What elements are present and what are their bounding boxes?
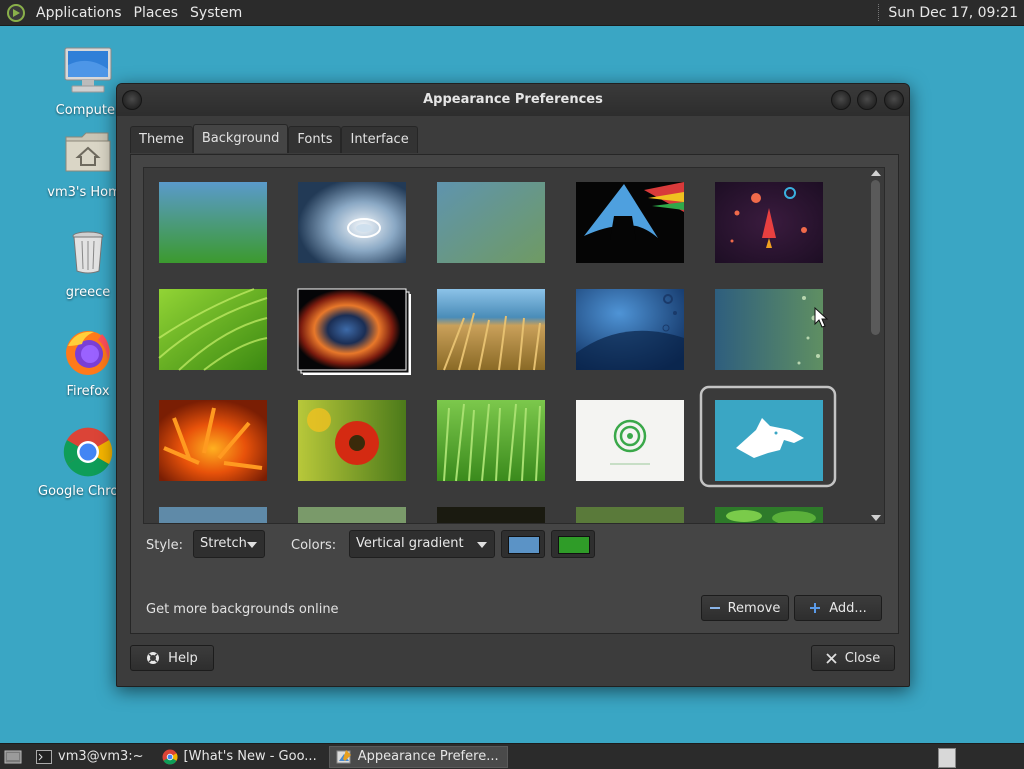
wallpaper-thumb-red-flower[interactable] (298, 400, 406, 481)
wallpaper-thumb-teal-bokeh[interactable] (715, 289, 823, 370)
tab-bar: Theme Background Fonts Interface (130, 124, 418, 154)
menu-places[interactable]: Places (128, 5, 185, 21)
gallery-scrollbar[interactable] (868, 168, 884, 523)
scroll-down-arrow-icon[interactable] (871, 515, 881, 521)
wallpaper-thumb-green-leaves[interactable] (715, 507, 823, 523)
help-lifebuoy-icon (147, 652, 160, 664)
wallpaper-thumb-water-droplet[interactable] (298, 182, 406, 263)
secondary-color-button[interactable] (551, 530, 595, 558)
plus-icon (810, 603, 821, 613)
remove-button-label: Remove (727, 600, 781, 616)
colors-dropdown-value: Vertical gradient (356, 536, 464, 551)
style-dropdown-value: Stretch (200, 536, 247, 551)
background-tab-panel: Style: Stretch Colors: Vertical gradient… (130, 154, 899, 634)
clock[interactable]: Sun Dec 17, 09:21 (878, 0, 1024, 25)
style-label: Style: (146, 538, 184, 553)
tab-background[interactable]: Background (192, 124, 289, 153)
colors-dropdown[interactable]: Vertical gradient (349, 530, 495, 558)
wallpaper-thumb-green-leaf[interactable] (158, 288, 268, 371)
chrome-icon (63, 427, 113, 477)
bottom-panel: vm3@vm3:~ [What's New - Goo... Appearanc… (0, 743, 1024, 769)
help-button[interactable]: Help (130, 645, 214, 671)
style-dropdown[interactable]: Stretch (193, 530, 265, 558)
wallpaper-thumb-partial-2[interactable] (298, 507, 406, 523)
window-titlebar[interactable]: Appearance Preferences (117, 84, 909, 116)
dropdown-arrow-icon (247, 542, 257, 548)
minus-icon (709, 607, 720, 609)
distro-logo-icon[interactable] (6, 3, 26, 23)
trash-icon (72, 231, 104, 274)
workspace-switcher[interactable] (938, 748, 956, 768)
window-title: Appearance Preferences (423, 92, 603, 107)
task-terminal[interactable]: vm3@vm3:~ (30, 746, 152, 768)
clock-text: Sun Dec 17, 09:21 (888, 4, 1018, 21)
top-panel: Applications Places System Sun Dec 17, 0… (0, 0, 1024, 26)
wallpaper-thumb-partial-1[interactable] (159, 507, 267, 523)
close-x-icon (826, 652, 837, 664)
scroll-up-arrow-icon[interactable] (871, 170, 881, 176)
wallpaper-thumb-helix-nebula[interactable] (297, 288, 411, 375)
tab-interface[interactable]: Interface (341, 126, 418, 153)
wallpaper-thumb-blue-bubbles[interactable] (576, 289, 684, 370)
wallpaper-thumb-blurred-green-blue[interactable] (437, 182, 545, 263)
task-label: vm3@vm3:~ (58, 749, 144, 764)
add-button-label: Add... (829, 600, 867, 616)
chrome-icon (162, 749, 178, 764)
task-label: Appearance Prefere... (357, 749, 499, 764)
close-window-button[interactable] (884, 90, 904, 110)
wallpaper-thumb-blue-green-gradient[interactable] (159, 182, 267, 263)
home-folder-icon (65, 132, 111, 172)
close-button-label: Close (844, 650, 881, 666)
add-button[interactable]: Add... (794, 595, 882, 621)
computer-icon (64, 47, 112, 93)
menu-applications[interactable]: Applications (30, 5, 128, 21)
wallpaper-thumb-partial-3[interactable] (437, 507, 545, 523)
primary-color-button[interactable] (501, 530, 545, 558)
terminal-icon (36, 749, 52, 764)
wallpaper-grid (158, 182, 837, 523)
wallpaper-thumb-green-grass[interactable] (437, 400, 545, 482)
wallpaper-thumb-partial-4[interactable] (576, 507, 684, 523)
appearance-icon (336, 749, 351, 763)
minimize-button[interactable] (831, 90, 851, 110)
secondary-color-swatch (558, 536, 590, 554)
wallpaper-thumb-wolf-on-blue[interactable] (715, 400, 823, 481)
wallpaper-thumb-space-rocket[interactable] (715, 182, 823, 263)
wallpaper-gallery[interactable] (143, 167, 885, 524)
help-button-label: Help (168, 650, 198, 666)
get-more-backgrounds-link[interactable]: Get more backgrounds online (146, 602, 339, 617)
tab-fonts[interactable]: Fonts (288, 126, 342, 153)
maximize-button[interactable] (857, 90, 877, 110)
wallpaper-thumb-orange-flower[interactable] (159, 400, 267, 481)
task-appearance-preferences[interactable]: Appearance Prefere... (328, 745, 508, 768)
wallpaper-thumb-beach-grass[interactable] (437, 289, 545, 371)
firefox-icon (66, 331, 110, 375)
menu-system[interactable]: System (184, 5, 248, 21)
dropdown-arrow-icon (477, 542, 487, 548)
task-label: [What's New - Goo... (183, 749, 317, 764)
show-desktop-icon[interactable] (4, 749, 22, 765)
scrollbar-thumb[interactable] (871, 180, 880, 335)
wallpaper-thumb-arch-rainbow[interactable] (576, 182, 684, 263)
close-button[interactable]: Close (811, 645, 895, 671)
appearance-preferences-window: Appearance Preferences Theme Background … (116, 83, 910, 687)
panel-separator (878, 4, 881, 21)
colors-label: Colors: (291, 538, 337, 553)
wallpaper-thumb-white-logo[interactable] (576, 400, 684, 481)
task-chrome[interactable]: [What's New - Goo... (156, 746, 325, 768)
remove-button[interactable]: Remove (701, 595, 789, 621)
tab-theme[interactable]: Theme (130, 126, 193, 153)
primary-color-swatch (508, 536, 540, 554)
